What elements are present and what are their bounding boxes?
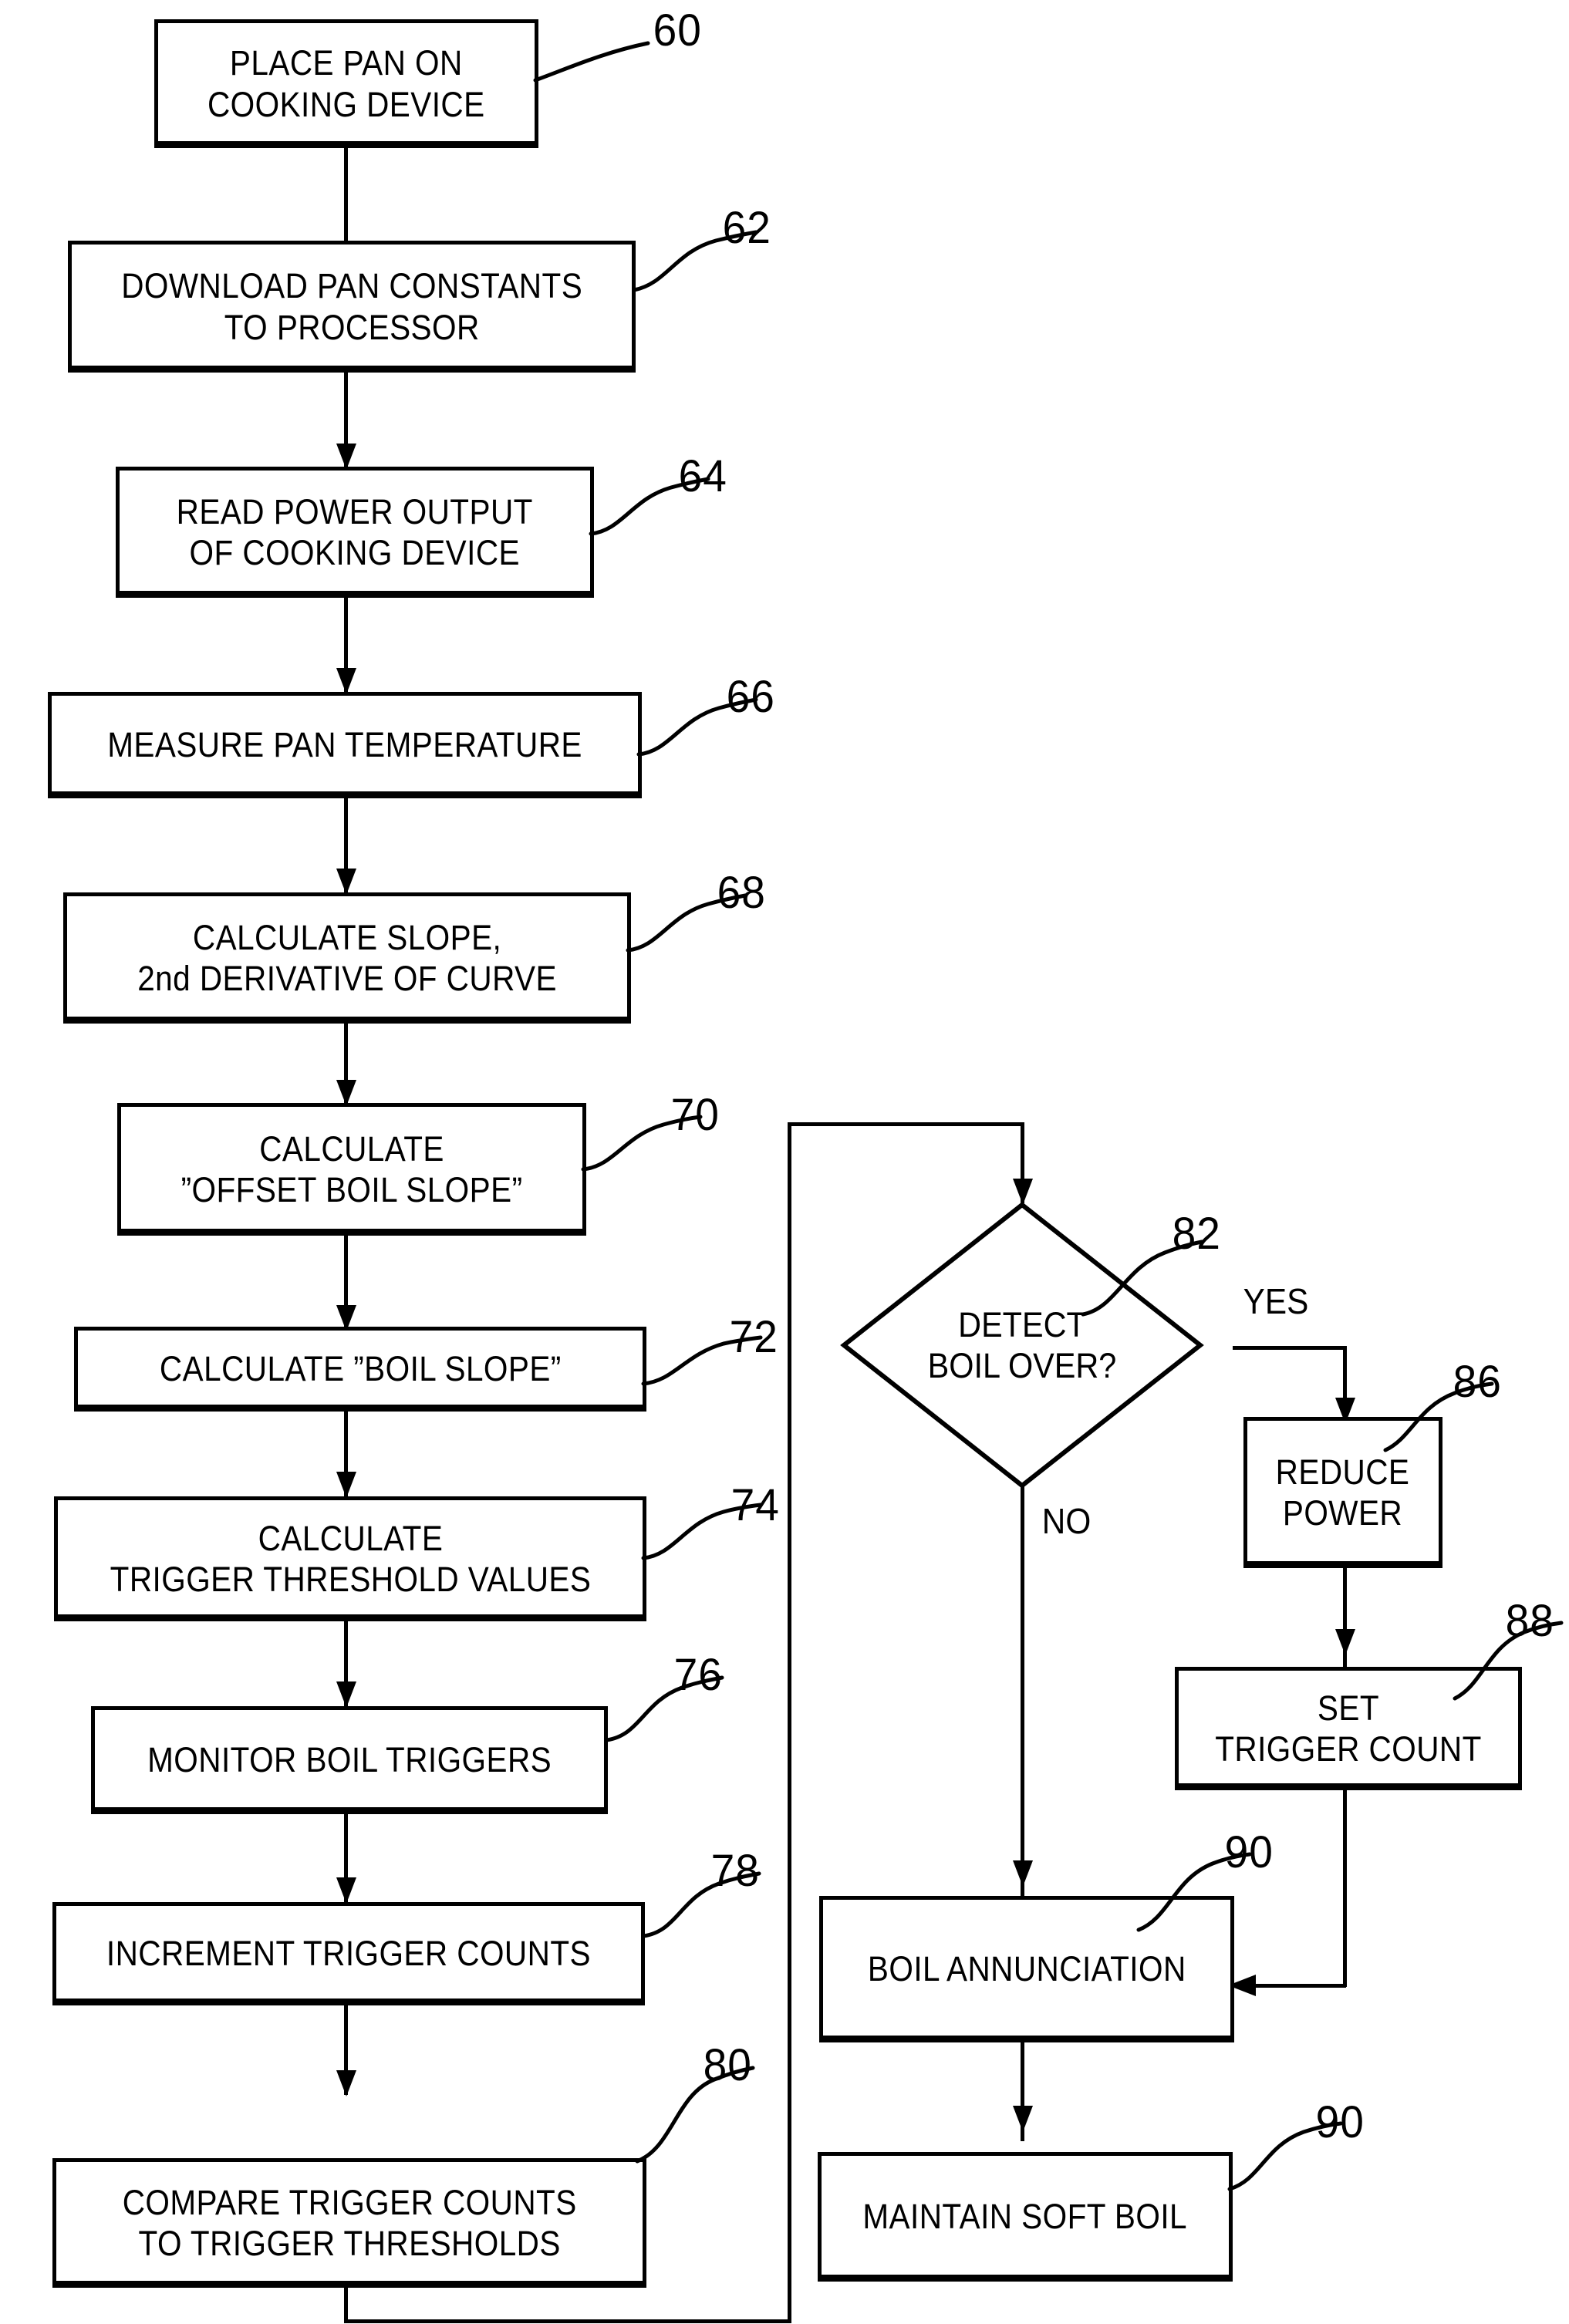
arrowhead-88-90 xyxy=(1013,2106,1033,2132)
ref-numeral-68: 68 xyxy=(717,868,766,918)
ref-numeral-70: 70 xyxy=(670,1090,720,1140)
arrowhead-64-66 xyxy=(336,668,356,694)
node-66-label: MEASURE PAN TEMPERATURE xyxy=(107,725,582,765)
node-84-label: REDUCE POWER xyxy=(1276,1452,1410,1533)
ref-numeral-66: 66 xyxy=(726,672,775,722)
ref-numeral-60: 60 xyxy=(653,5,702,56)
node-76-label: MONITOR BOIL TRIGGERS xyxy=(147,1740,552,1780)
ref-numeral-78: 78 xyxy=(710,1846,760,1896)
ref-numeral-88: 90 xyxy=(1224,1827,1274,1877)
arrowhead-72-74 xyxy=(336,1472,356,1498)
arrowhead-76-78 xyxy=(336,1877,356,1904)
node-80-label: COMPARE TRIGGER COUNTS TO TRIGGER THRESH… xyxy=(122,2182,577,2263)
node-calculate-offset-boil-slope[interactable]: CALCULATE ”OFFSET BOIL SLOPE” xyxy=(117,1103,586,1236)
node-calculate-slope-2nd-derivative[interactable]: CALCULATE SLOPE, 2nd DERIVATIVE OF CURVE xyxy=(63,892,631,1024)
leader-line-60 xyxy=(533,41,650,83)
node-place-pan-on-cooking-device[interactable]: PLACE PAN ON COOKING DEVICE xyxy=(154,19,538,148)
connector-60-62 xyxy=(344,148,348,241)
node-60-label: PLACE PAN ON COOKING DEVICE xyxy=(208,43,485,124)
figure-canvas: PLACE PAN ON COOKING DEVICE 60 DOWNLOAD … xyxy=(0,0,1569,2324)
arrowhead-62-64 xyxy=(336,444,356,470)
ref-numeral-76: 76 xyxy=(673,1650,723,1700)
ref-numeral-86: 88 xyxy=(1505,1596,1554,1646)
node-64-label: READ POWER OUTPUT OF COOKING DEVICE xyxy=(176,491,534,572)
arrowhead-84-86 xyxy=(1335,1629,1355,1655)
arrowhead-68-70 xyxy=(336,1080,356,1106)
connector-86-88-horizontal xyxy=(1254,1984,1346,1988)
arrowhead-66-68 xyxy=(336,869,356,895)
connector-82-88 xyxy=(1021,1481,1024,1897)
arrowhead-82-88 xyxy=(1013,1860,1033,1887)
branch-label-yes: YES xyxy=(1243,1281,1309,1321)
ref-numeral-72: 72 xyxy=(729,1312,778,1362)
node-62-label: DOWNLOAD PAN CONSTANTS TO PROCESSOR xyxy=(121,266,582,347)
node-calculate-boil-slope[interactable]: CALCULATE ”BOIL SLOPE” xyxy=(74,1327,646,1412)
node-read-power-output-of-cooking-device[interactable]: READ POWER OUTPUT OF COOKING DEVICE xyxy=(116,467,594,598)
node-maintain-soft-boil[interactable]: MAINTAIN SOFT BOIL xyxy=(818,2152,1233,2282)
connector-82-84-horizontal xyxy=(1233,1346,1347,1350)
node-compare-trigger-counts-to-thresholds[interactable]: COMPARE TRIGGER COUNTS TO TRIGGER THRESH… xyxy=(52,2158,646,2288)
node-90-label: MAINTAIN SOFT BOIL xyxy=(862,2197,1188,2237)
node-68-label: CALCULATE SLOPE, 2nd DERIVATIVE OF CURVE xyxy=(137,917,557,998)
connector-86-88-vertical xyxy=(1343,1788,1347,1987)
arrowhead-78-80 xyxy=(336,2070,356,2096)
node-download-pan-constants-to-processor[interactable]: DOWNLOAD PAN CONSTANTS TO PROCESSOR xyxy=(68,241,636,373)
feedback-loop-up xyxy=(788,1122,791,2323)
node-measure-pan-temperature[interactable]: MEASURE PAN TEMPERATURE xyxy=(48,692,642,798)
ref-numeral-84: 86 xyxy=(1453,1357,1502,1407)
ref-numeral-80: 80 xyxy=(703,2040,752,2090)
ref-numeral-90: 90 xyxy=(1315,2097,1365,2147)
ref-numeral-64: 64 xyxy=(678,451,727,501)
arrowhead-74-76 xyxy=(336,1681,356,1708)
node-86-label: SET TRIGGER COUNT xyxy=(1215,1688,1482,1769)
node-74-label: CALCULATE TRIGGER THRESHOLD VALUES xyxy=(110,1518,591,1599)
ref-numeral-62: 62 xyxy=(722,203,771,253)
node-calculate-trigger-threshold-values[interactable]: CALCULATE TRIGGER THRESHOLD VALUES xyxy=(54,1496,646,1621)
ref-numeral-74: 74 xyxy=(731,1480,780,1530)
ref-numeral-82: 82 xyxy=(1172,1209,1221,1259)
node-70-label: CALCULATE ”OFFSET BOIL SLOPE” xyxy=(181,1128,523,1209)
arrowhead-into-diamond xyxy=(1013,1179,1033,1205)
node-88-label: BOIL ANNUNCIATION xyxy=(867,1949,1186,1989)
node-increment-trigger-counts[interactable]: INCREMENT TRIGGER COUNTS xyxy=(52,1902,645,2005)
feedback-loop-across-bottom xyxy=(344,2319,791,2323)
node-78-label: INCREMENT TRIGGER COUNTS xyxy=(106,1934,592,1974)
feedback-loop-across-top xyxy=(788,1122,1024,1126)
node-72-label: CALCULATE ”BOIL SLOPE” xyxy=(159,1349,562,1389)
node-monitor-boil-triggers[interactable]: MONITOR BOIL TRIGGERS xyxy=(91,1706,608,1814)
branch-label-no: NO xyxy=(1041,1501,1092,1541)
